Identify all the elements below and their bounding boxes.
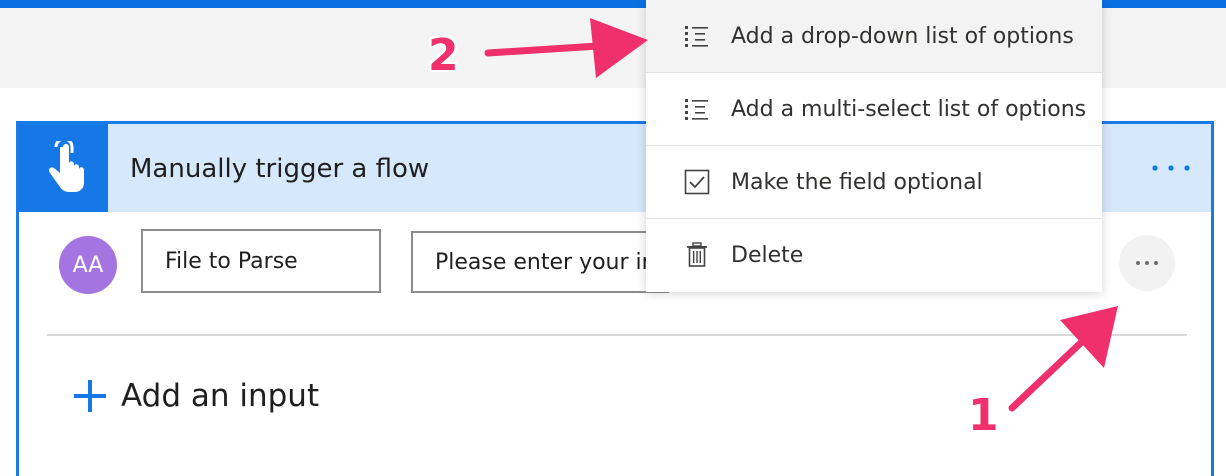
menu-item-label: Add a multi-select list of options <box>731 96 1087 122</box>
divider <box>47 334 1187 336</box>
input-name-field[interactable]: File to Parse <box>141 229 381 293</box>
trash-icon <box>687 242 707 267</box>
menu-item-add-multiselect-list[interactable]: Add a multi-select list of options <box>646 73 1102 146</box>
row-more-button[interactable] <box>1119 235 1175 291</box>
list-icon <box>685 99 708 120</box>
more-horizontal-icon <box>1136 261 1158 265</box>
card-title: Manually trigger a flow <box>130 154 430 184</box>
annotation-label-1: 1 <box>968 390 999 441</box>
menu-item-label: Delete <box>731 243 804 268</box>
list-icon <box>685 26 708 47</box>
menu-item-add-dropdown-list[interactable]: Add a drop-down list of options <box>646 0 1102 73</box>
more-horizontal-icon[interactable] <box>1149 152 1193 184</box>
touch-hand-icon <box>19 124 108 212</box>
menu-item-label: Add a drop-down list of options <box>731 23 1074 49</box>
menu-item-label: Make the field optional <box>731 169 983 195</box>
add-input-label: Add an input <box>121 378 320 414</box>
input-placeholder-field[interactable]: Please enter your in <box>411 231 669 293</box>
avatar: AA <box>59 236 117 294</box>
add-input-button[interactable]: Add an input <box>73 378 319 414</box>
checkbox-icon <box>684 169 710 195</box>
plus-icon <box>74 380 106 412</box>
menu-item-delete[interactable]: Delete <box>646 219 1102 292</box>
annotation-label-2: 2 <box>428 30 459 81</box>
context-menu: Add a drop-down list of options Add a mu… <box>646 0 1102 292</box>
menu-item-make-optional[interactable]: Make the field optional <box>646 146 1102 219</box>
